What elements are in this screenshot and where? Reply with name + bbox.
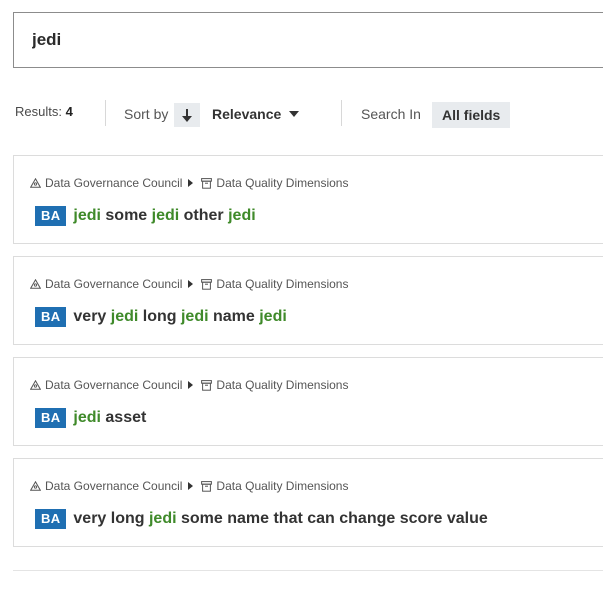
asset-type-badge: BA bbox=[35, 408, 67, 428]
result-title[interactable]: BA jedi some jedi other jedi bbox=[35, 206, 256, 226]
title-text: long bbox=[138, 308, 181, 325]
breadcrumb-community[interactable]: Data Governance Council bbox=[45, 378, 182, 392]
breadcrumb-domain[interactable]: Data Quality Dimensions bbox=[216, 479, 348, 493]
toolbar-divider bbox=[341, 100, 342, 126]
title-text: other bbox=[179, 207, 229, 224]
community-icon bbox=[30, 279, 41, 289]
results-toolbar: Results: 4 Sort by Relevance Search In A… bbox=[0, 100, 603, 130]
breadcrumb-separator-icon bbox=[188, 280, 194, 288]
community-icon bbox=[30, 178, 41, 188]
title-highlight: jedi bbox=[148, 510, 177, 527]
breadcrumb: Data Governance Council Data Quality Dime… bbox=[30, 378, 348, 392]
title-text: very bbox=[73, 308, 111, 325]
result-card[interactable]: Data Governance Council Data Quality Dime… bbox=[13, 155, 603, 244]
title-highlight: jedi bbox=[259, 308, 287, 325]
breadcrumb-domain[interactable]: Data Quality Dimensions bbox=[216, 277, 348, 291]
result-title[interactable]: BA very long jedi some name that can chan… bbox=[35, 509, 488, 529]
breadcrumb-community[interactable]: Data Governance Council bbox=[45, 277, 182, 291]
sort-dropdown[interactable]: Relevance bbox=[212, 106, 300, 122]
asset-type-badge: BA bbox=[35, 307, 67, 327]
results-list: Data Governance Council Data Quality Dime… bbox=[13, 155, 603, 559]
domain-icon bbox=[201, 177, 213, 189]
search-in-dropdown[interactable]: All fields bbox=[432, 102, 511, 128]
result-card[interactable]: Data Governance Council Data Quality Dime… bbox=[13, 256, 603, 345]
breadcrumb-separator-icon bbox=[188, 179, 194, 187]
title-highlight: jedi bbox=[228, 207, 256, 224]
toolbar-divider bbox=[105, 100, 106, 126]
sort-direction-button[interactable] bbox=[174, 103, 200, 127]
result-card[interactable]: Data Governance Council Data Quality Dime… bbox=[13, 357, 603, 446]
breadcrumb: Data Governance Council Data Quality Dime… bbox=[30, 277, 348, 291]
result-title[interactable]: BA jedi asset bbox=[35, 408, 146, 428]
breadcrumb-domain[interactable]: Data Quality Dimensions bbox=[216, 378, 348, 392]
result-title[interactable]: BA very jedi long jedi name jedi bbox=[35, 307, 287, 327]
search-page: Results: 4 Sort by Relevance Search In A… bbox=[0, 0, 603, 604]
title-text: very long bbox=[73, 510, 149, 527]
list-bottom-divider bbox=[13, 570, 603, 571]
breadcrumb-community[interactable]: Data Governance Council bbox=[45, 479, 182, 493]
search-box[interactable] bbox=[13, 12, 603, 68]
breadcrumb-separator-icon bbox=[188, 381, 194, 389]
breadcrumb-separator-icon bbox=[188, 482, 194, 490]
results-count-value: 4 bbox=[65, 104, 73, 119]
search-in-label: Search In bbox=[361, 106, 421, 122]
asset-type-badge: BA bbox=[35, 509, 67, 529]
domain-icon bbox=[201, 278, 213, 290]
title-highlight: jedi bbox=[73, 409, 101, 426]
result-card[interactable]: Data Governance Council Data Quality Dime… bbox=[13, 458, 603, 547]
results-label: Results: bbox=[15, 104, 62, 119]
sort-value: Relevance bbox=[212, 106, 282, 122]
title-highlight: jedi bbox=[73, 207, 101, 224]
breadcrumb-community[interactable]: Data Governance Council bbox=[45, 176, 182, 190]
breadcrumb: Data Governance Council Data Quality Dime… bbox=[30, 176, 348, 190]
title-text: asset bbox=[100, 409, 147, 426]
domain-icon bbox=[201, 379, 213, 391]
title-highlight: jedi bbox=[110, 308, 139, 325]
title-text: name bbox=[208, 308, 260, 325]
title-highlight: jedi bbox=[180, 308, 209, 325]
breadcrumb-domain[interactable]: Data Quality Dimensions bbox=[216, 176, 348, 190]
search-input[interactable] bbox=[14, 13, 574, 67]
title-text: some name that can change score value bbox=[176, 510, 488, 527]
results-count: Results: 4 bbox=[15, 104, 73, 119]
community-icon bbox=[30, 380, 41, 390]
title-highlight: jedi bbox=[151, 207, 180, 224]
sort-by-label: Sort by bbox=[124, 106, 169, 122]
title-text: some bbox=[100, 207, 152, 224]
asset-type-badge: BA bbox=[35, 206, 67, 226]
domain-icon bbox=[201, 480, 213, 492]
caret-down-icon bbox=[289, 111, 300, 117]
community-icon bbox=[30, 481, 41, 491]
breadcrumb: Data Governance Council Data Quality Dime… bbox=[30, 479, 348, 493]
arrow-down-icon bbox=[182, 108, 192, 122]
